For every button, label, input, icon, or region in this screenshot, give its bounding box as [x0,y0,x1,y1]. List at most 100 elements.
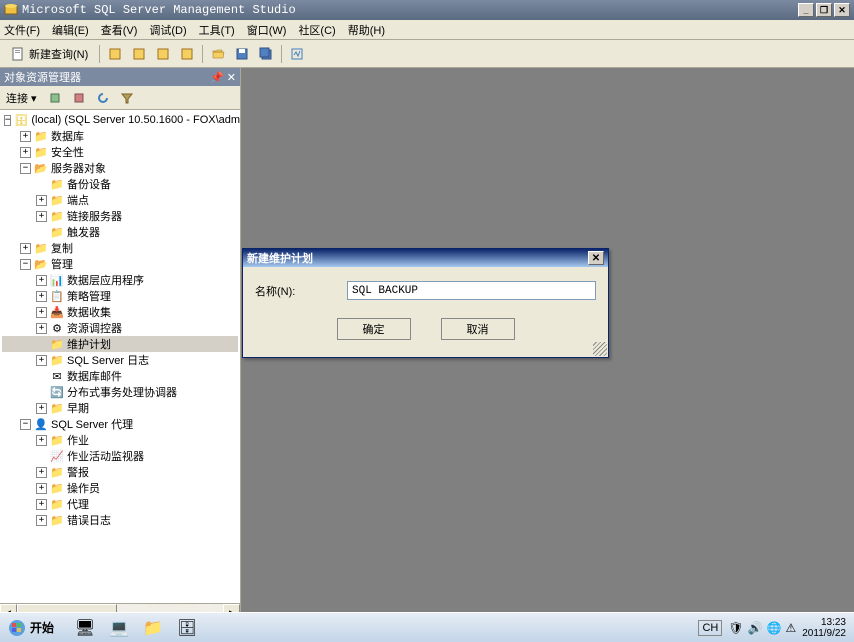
tree-policy[interactable]: +📋策略管理 [2,288,238,304]
menu-community[interactable]: 社区(C) [298,22,335,38]
start-button[interactable]: 开始 [4,617,62,639]
tree-legacy[interactable]: +📁早期 [2,400,238,416]
restore-button[interactable]: ❐ [816,3,832,17]
menu-debug[interactable]: 调试(D) [149,22,186,38]
tree-data-tier[interactable]: +📊数据层应用程序 [2,272,238,288]
toolbar-icon-4[interactable] [176,43,198,65]
menu-view[interactable]: 查看(V) [101,22,138,38]
close-button[interactable]: ✕ [834,3,850,17]
taskbar-app-4[interactable]: 🗄 [174,616,200,640]
tree-jobs[interactable]: +📁作业 [2,432,238,448]
expand-icon[interactable]: + [36,467,47,478]
tree-server[interactable]: −🗄(local) (SQL Server 10.50.1600 - FOX\a… [2,112,238,128]
collapse-icon[interactable]: − [20,259,31,270]
tree-data-collection[interactable]: +📥数据收集 [2,304,238,320]
folder-icon: 📁 [50,193,64,207]
expand-icon[interactable]: + [20,243,31,254]
expand-icon[interactable]: + [36,435,47,446]
expand-icon[interactable]: + [36,275,47,286]
oe-refresh-icon[interactable] [93,88,113,108]
expand-icon[interactable]: + [36,323,47,334]
toolbar-save-icon[interactable] [231,43,253,65]
clock-date: 2011/9/22 [802,628,846,639]
expand-icon[interactable]: + [36,483,47,494]
oe-icon-2[interactable] [69,88,89,108]
collapse-icon[interactable]: − [20,419,31,430]
menu-file[interactable]: 文件(F) [4,22,40,38]
cancel-button[interactable]: 取消 [441,318,515,340]
new-query-button[interactable]: 新建查询(N) [4,43,95,65]
tray-icon-4[interactable]: ⚠ [785,621,796,635]
menu-tools[interactable]: 工具(T) [199,22,235,38]
folder-icon: 📁 [50,177,64,191]
tree-sql-logs[interactable]: +📁SQL Server 日志 [2,352,238,368]
toolbar-saveall-icon[interactable] [255,43,277,65]
menu-edit[interactable]: 编辑(E) [52,22,89,38]
tree-operators[interactable]: +📁操作员 [2,480,238,496]
expand-icon[interactable]: + [36,355,47,366]
ok-button[interactable]: 确定 [337,318,411,340]
titlebar: Microsoft SQL Server Management Studio _… [0,0,854,20]
tree-alerts[interactable]: +📁警报 [2,464,238,480]
collapse-icon[interactable]: − [20,163,31,174]
tray-icon-3[interactable]: 🌐 [767,621,782,635]
tree-resource-governor[interactable]: +⚙资源调控器 [2,320,238,336]
expand-icon[interactable]: + [20,131,31,142]
expand-icon[interactable]: + [20,147,31,158]
taskbar-app-1[interactable]: 🖥 [72,616,98,640]
tree-security[interactable]: +📁安全性 [2,144,238,160]
dialog-close-button[interactable]: ✕ [588,251,604,265]
tray-icon-1[interactable]: 🛡 [728,621,743,635]
expand-icon[interactable]: + [36,195,47,206]
toolbar-icon-3[interactable] [152,43,174,65]
object-explorer: 对象资源管理器 📌 ✕ 连接 ▾ −🗄(local) (SQL Server 1… [0,68,241,620]
toolbar-open-icon[interactable] [207,43,229,65]
tree-proxies[interactable]: +📁代理 [2,496,238,512]
object-tree[interactable]: −🗄(local) (SQL Server 10.50.1600 - FOX\a… [0,110,240,603]
pin-icon[interactable]: 📌 ✕ [210,71,236,84]
policy-icon: 📋 [50,289,64,303]
tree-linked-servers[interactable]: +📁链接服务器 [2,208,238,224]
toolbar-icon-1[interactable] [104,43,126,65]
taskbar-clock[interactable]: 13:23 2011/9/22 [802,617,846,639]
dialog-titlebar: 新建维护计划 ✕ [243,249,608,267]
taskbar-app-2[interactable]: 💻 [106,616,132,640]
tree-activity[interactable]: 📈作业活动监视器 [2,448,238,464]
tree-db-mail[interactable]: ✉数据库邮件 [2,368,238,384]
tree-agent[interactable]: −👤SQL Server 代理 [2,416,238,432]
expand-icon[interactable]: + [36,291,47,302]
resize-grip[interactable] [593,342,607,356]
connect-dropdown[interactable]: 连接 ▾ [2,90,41,106]
tree-dtc[interactable]: 🔄分布式事务处理协调器 [2,384,238,400]
name-input[interactable] [347,281,596,300]
main-toolbar: 新建查询(N) [0,40,854,68]
expand-icon[interactable]: + [36,499,47,510]
menu-help[interactable]: 帮助(H) [348,22,385,38]
tree-endpoints[interactable]: +📁端点 [2,192,238,208]
taskbar-app-3[interactable]: 📁 [140,616,166,640]
tree-backup-devices[interactable]: 📁备份设备 [2,176,238,192]
tray-icon-2[interactable]: 🔊 [748,621,763,635]
minimize-button[interactable]: _ [798,3,814,17]
toolbar-icon-2[interactable] [128,43,150,65]
ime-indicator[interactable]: CH [698,620,722,636]
tree-maintenance-plans[interactable]: 📁维护计划 [2,336,238,352]
expand-icon[interactable]: + [36,307,47,318]
collapse-icon[interactable]: − [4,115,11,126]
tree-replication[interactable]: +📁复制 [2,240,238,256]
expand-icon[interactable]: + [36,403,47,414]
folder-icon: 📁 [50,401,64,415]
menu-window[interactable]: 窗口(W) [247,22,287,38]
tree-error-logs[interactable]: +📁错误日志 [2,512,238,528]
toolbar-activity-icon[interactable] [286,43,308,65]
tree-server-objects[interactable]: −📂服务器对象 [2,160,238,176]
expand-icon[interactable]: + [36,515,47,526]
folder-icon: 📁 [34,129,48,143]
oe-filter-icon[interactable] [117,88,137,108]
start-label: 开始 [30,619,54,636]
tree-databases[interactable]: +📁数据库 [2,128,238,144]
expand-icon[interactable]: + [36,211,47,222]
tree-triggers[interactable]: 📁触发器 [2,224,238,240]
tree-management[interactable]: −📂管理 [2,256,238,272]
oe-icon-1[interactable] [45,88,65,108]
